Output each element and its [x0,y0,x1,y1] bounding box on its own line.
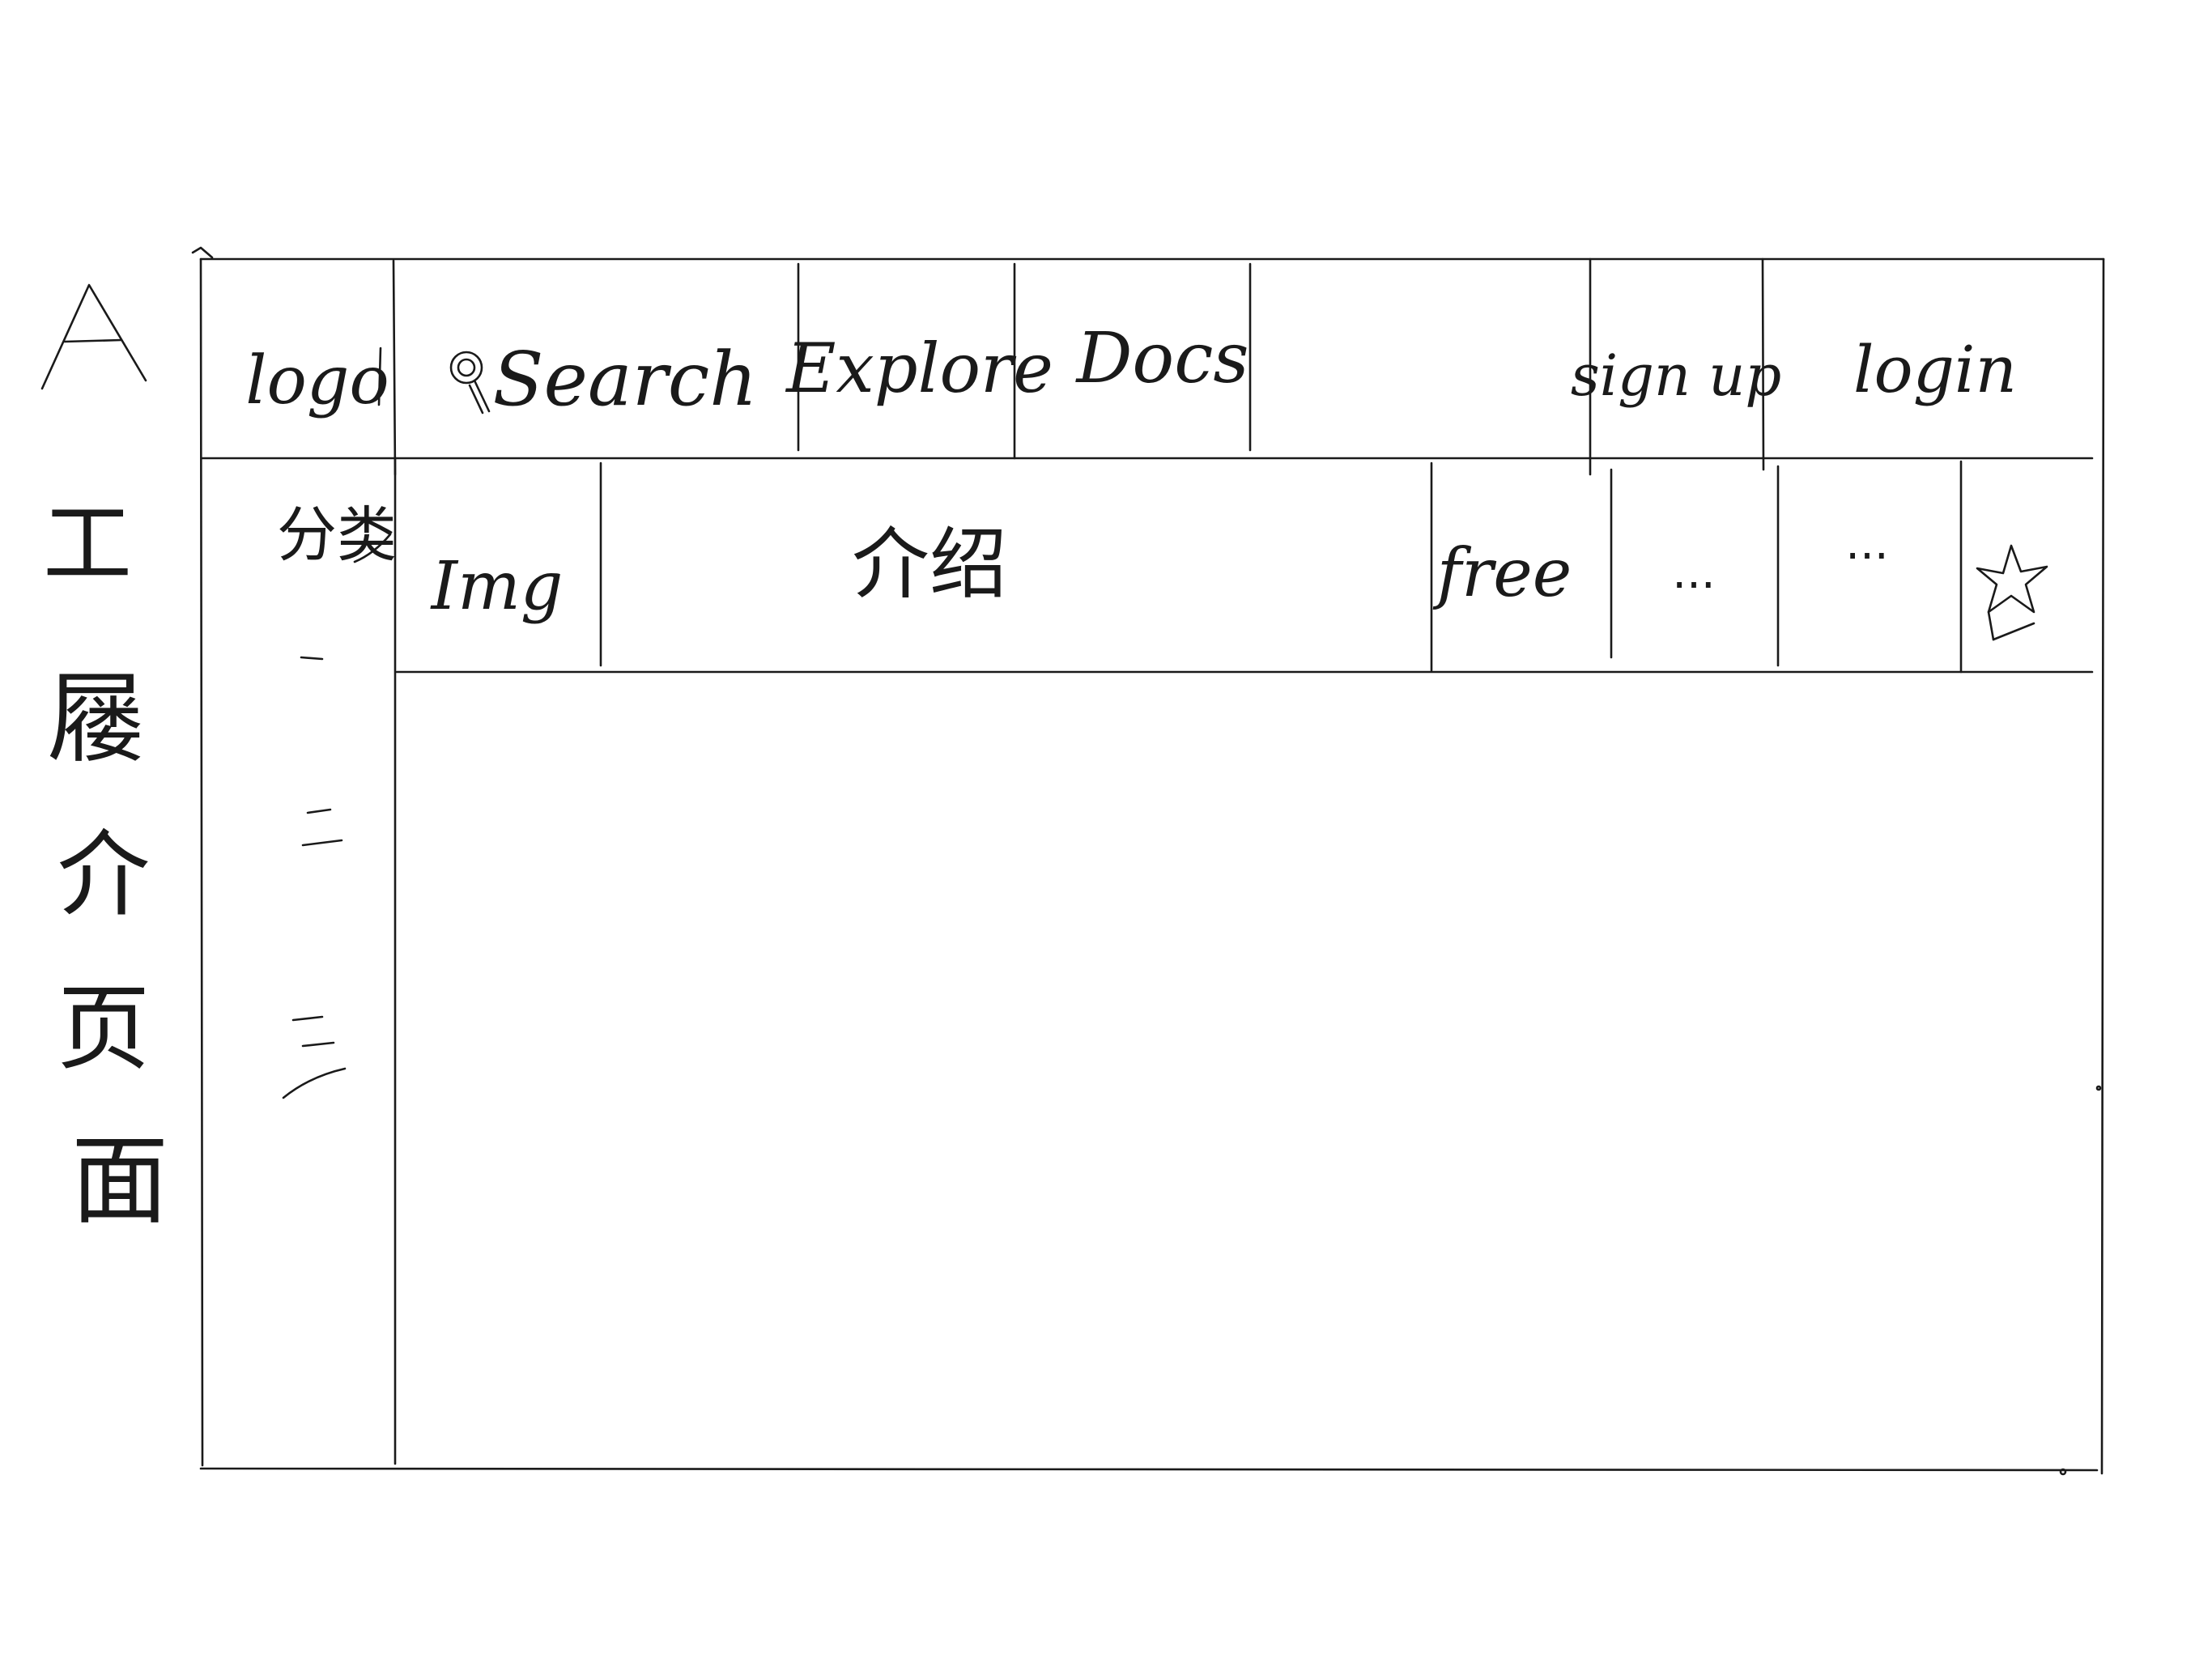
sidebar-title: 分类 [277,500,397,570]
signup-button[interactable]: sign up [1571,342,1781,409]
side-title-char-1: 工 [43,492,132,596]
side-title-char-2: 屦 [47,664,144,776]
item-card[interactable]: Img 介绍 free ... ... [395,460,2094,674]
card-intro: 介绍 [852,519,1007,610]
card-image: Img [430,548,564,625]
side-title: 工 屦 介 页 面 [40,283,168,1238]
nav-docs[interactable]: Docs [1074,318,1249,399]
category-sidebar: 分类 [277,457,397,1465]
star-icon[interactable] [1976,544,2048,641]
side-title-char-4: 页 [57,975,150,1083]
sidebar-item-3-label: 三 [314,1059,315,1061]
search-box[interactable]: Search [449,336,758,423]
nav-explore[interactable]: Explore [785,329,1053,408]
sidebar-item-1[interactable]: 一 [300,656,324,661]
logo-label: logo [245,342,389,419]
sidebar-item-3[interactable]: 三 [282,1015,347,1099]
page-frame [191,246,2105,1476]
search-label: Search [492,336,757,423]
login-button[interactable]: login [1853,332,2017,407]
sidebar-item-2[interactable]: 二 [301,808,343,847]
card-more-2[interactable]: ... [1845,517,1888,570]
card-free-badge: free [1432,535,1572,612]
side-title-char-3: 介 [57,821,150,929]
side-title-char-5: 面 [71,1125,168,1238]
card-more-1[interactable]: ... [1672,546,1715,599]
wireframe-sketch: 工 屦 介 页 面 logo Search Explore Docs sign … [40,246,2105,1476]
search-icon [449,351,491,414]
side-title-letter [40,283,147,390]
main-content-area [398,675,2099,1465]
logo[interactable]: logo [245,342,389,419]
